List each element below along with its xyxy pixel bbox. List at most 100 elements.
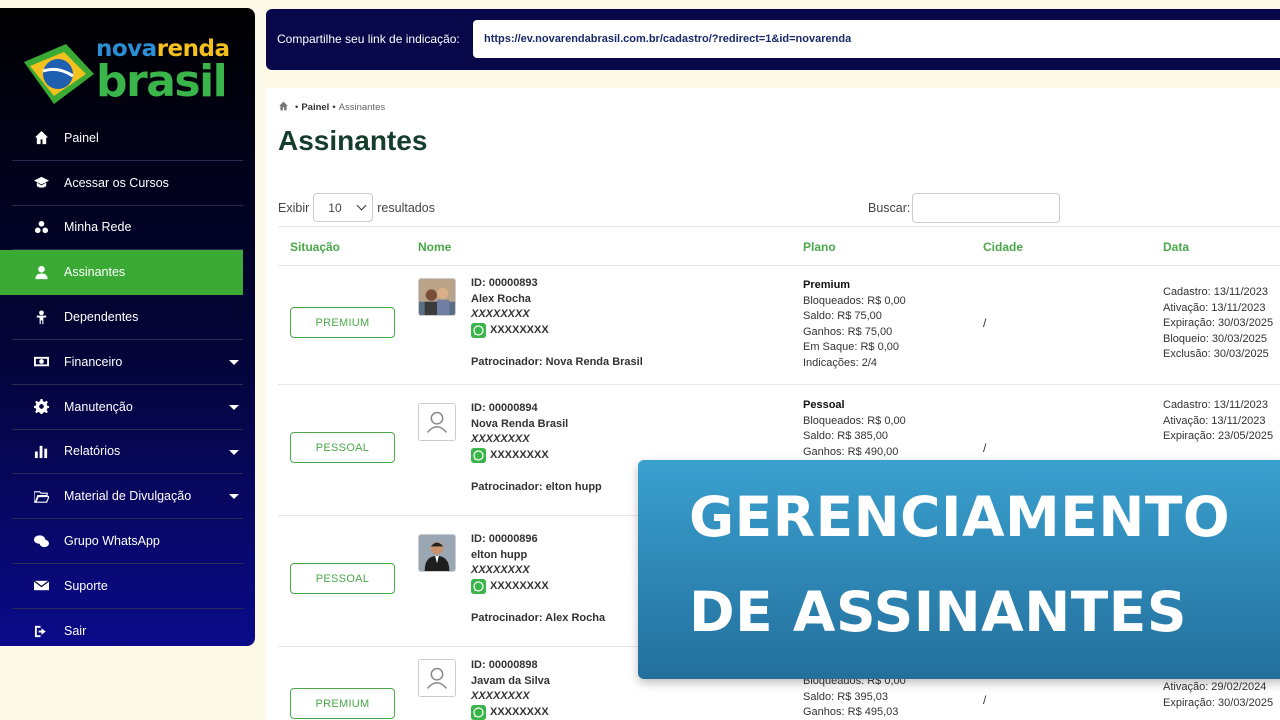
folder-open-icon [32, 488, 50, 504]
sidebar-item-assinantes[interactable]: Assinantes [0, 250, 243, 296]
dates-info: Cadastro: 13/11/2023 Ativação: 13/11/202… [1163, 285, 1273, 363]
search-control: Buscar: [868, 193, 1061, 223]
sidebar-item-label: Manutenção [64, 399, 133, 414]
column-header-cidade[interactable]: Cidade [983, 240, 1023, 254]
status-button[interactable]: PESSOAL [290, 563, 395, 594]
sidebar: novarenda brasil Painel Acessar os Curso… [0, 8, 255, 646]
sidebar-item-painel[interactable]: Painel [12, 116, 243, 161]
banner-title-line-1: GERENCIAMENTO [689, 485, 1231, 549]
table-row: PREMIUM ID: 00000893 Alex Rocha XXXXXXXX… [278, 266, 1280, 385]
sponsor-text: Patrocinador: Alex Rocha [471, 612, 606, 624]
sidebar-item-label: Acessar os Cursos [64, 175, 169, 190]
entries-value: 10 [328, 200, 342, 215]
subscriber-info: ID: 00000898 Javam da Silva XXXXXXXX XXX… [471, 658, 550, 720]
subscriber-id: ID: 00000896 [471, 533, 538, 545]
sidebar-item-cursos[interactable]: Acessar os Cursos [12, 161, 243, 206]
network-icon [32, 219, 50, 235]
subscriber-masked-field: XXXXXXXX [471, 564, 530, 576]
subscriber-name: Alex Rocha [471, 292, 531, 305]
bar-chart-icon [32, 443, 50, 459]
subscriber-id: ID: 00000893 [471, 277, 538, 289]
city-text: / [983, 693, 987, 707]
results-label: resultados [377, 200, 435, 215]
whatsapp-icon [471, 447, 486, 463]
whatsapp-number: XXXXXXXX [490, 323, 549, 336]
whatsapp-contact[interactable]: XXXXXXXX [471, 704, 550, 720]
sidebar-item-label: Suporte [64, 578, 108, 593]
sidebar-item-label: Grupo WhatsApp [64, 534, 160, 549]
sidebar-item-whatsapp[interactable]: Grupo WhatsApp [12, 519, 243, 564]
plan-details: Bloqueados: R$ 0,00 Saldo: R$ 395,03 Gan… [803, 674, 906, 720]
whatsapp-contact[interactable]: XXXXXXXX [471, 578, 549, 595]
sidebar-item-minha-rede[interactable]: Minha Rede [12, 206, 243, 251]
city-text: / [983, 441, 987, 455]
sidebar-item-dependentes[interactable]: Dependentes [12, 295, 243, 340]
whatsapp-contact[interactable]: XXXXXXXX [471, 322, 549, 339]
whatsapp-icon [471, 578, 486, 594]
sidebar-item-material[interactable]: Material de Divulgação [12, 474, 243, 520]
referral-bar: Compartilhe seu link de indicação: [266, 9, 1280, 70]
sidebar-item-relatorios[interactable]: Relatórios [12, 430, 243, 475]
entries-control: Exibir 10 resultados [278, 193, 435, 222]
chat-icon [32, 533, 50, 549]
whatsapp-contact[interactable]: XXXXXXXX [471, 447, 568, 464]
date-activation: Ativação: 29/02/2024 [1163, 681, 1267, 693]
sidebar-menu: Painel Acessar os Cursos Minha Rede Assi… [0, 116, 243, 654]
date-activation: Ativação: 13/11/2023 [1163, 414, 1266, 427]
dates-info: Ativação: 29/02/2024 Expiração: 30/03/20… [1163, 680, 1273, 711]
plan-earnings: Ganhos: R$ 490,00 [803, 445, 899, 458]
money-icon [32, 354, 50, 370]
date-expiration: Expiração: 30/03/2025 [1163, 317, 1274, 329]
subscriber-name: Javam da Silva [471, 674, 550, 687]
sidebar-item-label: Material de Divulgação [64, 489, 192, 504]
subscriber-name: elton hupp [471, 548, 528, 561]
envelope-icon [32, 578, 50, 594]
sidebar-item-label: Minha Rede [64, 220, 132, 235]
whatsapp-number: XXXXXXXX [490, 448, 549, 461]
breadcrumb-painel-link[interactable]: Painel [301, 102, 329, 113]
referral-link-input[interactable] [473, 20, 1280, 58]
plan-earnings: Ganhos: R$ 495,03 [803, 706, 899, 718]
subscriber-info: ID: 00000894 Nova Renda Brasil XXXXXXXX … [471, 401, 568, 463]
plan-balance: Saldo: R$ 75,00 [803, 310, 882, 322]
sidebar-item-label: Financeiro [64, 354, 123, 369]
plan-referrals: Indicações: 2/4 [803, 356, 877, 369]
column-header-data[interactable]: Data [1163, 240, 1189, 254]
date-registration: Cadastro: 13/11/2023 [1163, 286, 1268, 298]
date-expiration: Expiração: 30/03/2025 [1163, 696, 1274, 709]
subscriber-masked-field: XXXXXXXX [471, 433, 530, 445]
sidebar-item-financeiro[interactable]: Financeiro [12, 340, 243, 385]
status-button[interactable]: PESSOAL [290, 432, 395, 463]
date-registration: Cadastro: 13/11/2023 [1163, 399, 1268, 411]
plan-balance: Saldo: R$ 395,03 [803, 690, 889, 703]
city-text: / [983, 316, 987, 330]
home-icon[interactable] [278, 101, 292, 114]
date-expiration: Expiração: 23/05/2025 [1163, 430, 1274, 442]
column-header-nome[interactable]: Nome [418, 240, 451, 254]
subscriber-info: ID: 00000896 elton hupp XXXXXXXX XXXXXXX… [471, 532, 549, 594]
subscriber-info: ID: 00000893 Alex Rocha XXXXXXXX XXXXXXX… [471, 276, 549, 338]
status-button[interactable]: PREMIUM [290, 688, 395, 719]
chevron-down-icon [356, 200, 367, 211]
column-header-plano[interactable]: Plano [803, 240, 836, 254]
brand-name-bottom: brasil [96, 56, 228, 107]
brand-logo[interactable]: novarenda brasil [20, 36, 240, 112]
child-icon [32, 309, 50, 325]
avatar-placeholder [418, 659, 456, 697]
sidebar-item-manutencao[interactable]: Manutenção [12, 385, 243, 430]
caret-down-icon [229, 359, 239, 365]
column-header-situacao[interactable]: Situação [290, 240, 340, 254]
sidebar-item-suporte[interactable]: Suporte [12, 564, 243, 609]
gear-icon [32, 399, 50, 415]
sidebar-item-label: Sair [64, 624, 87, 639]
subscriber-id: ID: 00000894 [471, 402, 538, 414]
avatar [418, 278, 456, 316]
search-input[interactable] [912, 193, 1061, 223]
page-title: Assinantes [278, 125, 428, 156]
caret-down-icon [229, 449, 239, 455]
plan-withdrawal: Em Saque: R$ 0,00 [803, 341, 900, 353]
entries-per-page-select[interactable]: 10 [313, 193, 374, 222]
status-button[interactable]: PREMIUM [290, 307, 395, 338]
plan-balance: Saldo: R$ 385,00 [803, 430, 889, 442]
sidebar-item-sair[interactable]: Sair [12, 609, 243, 654]
